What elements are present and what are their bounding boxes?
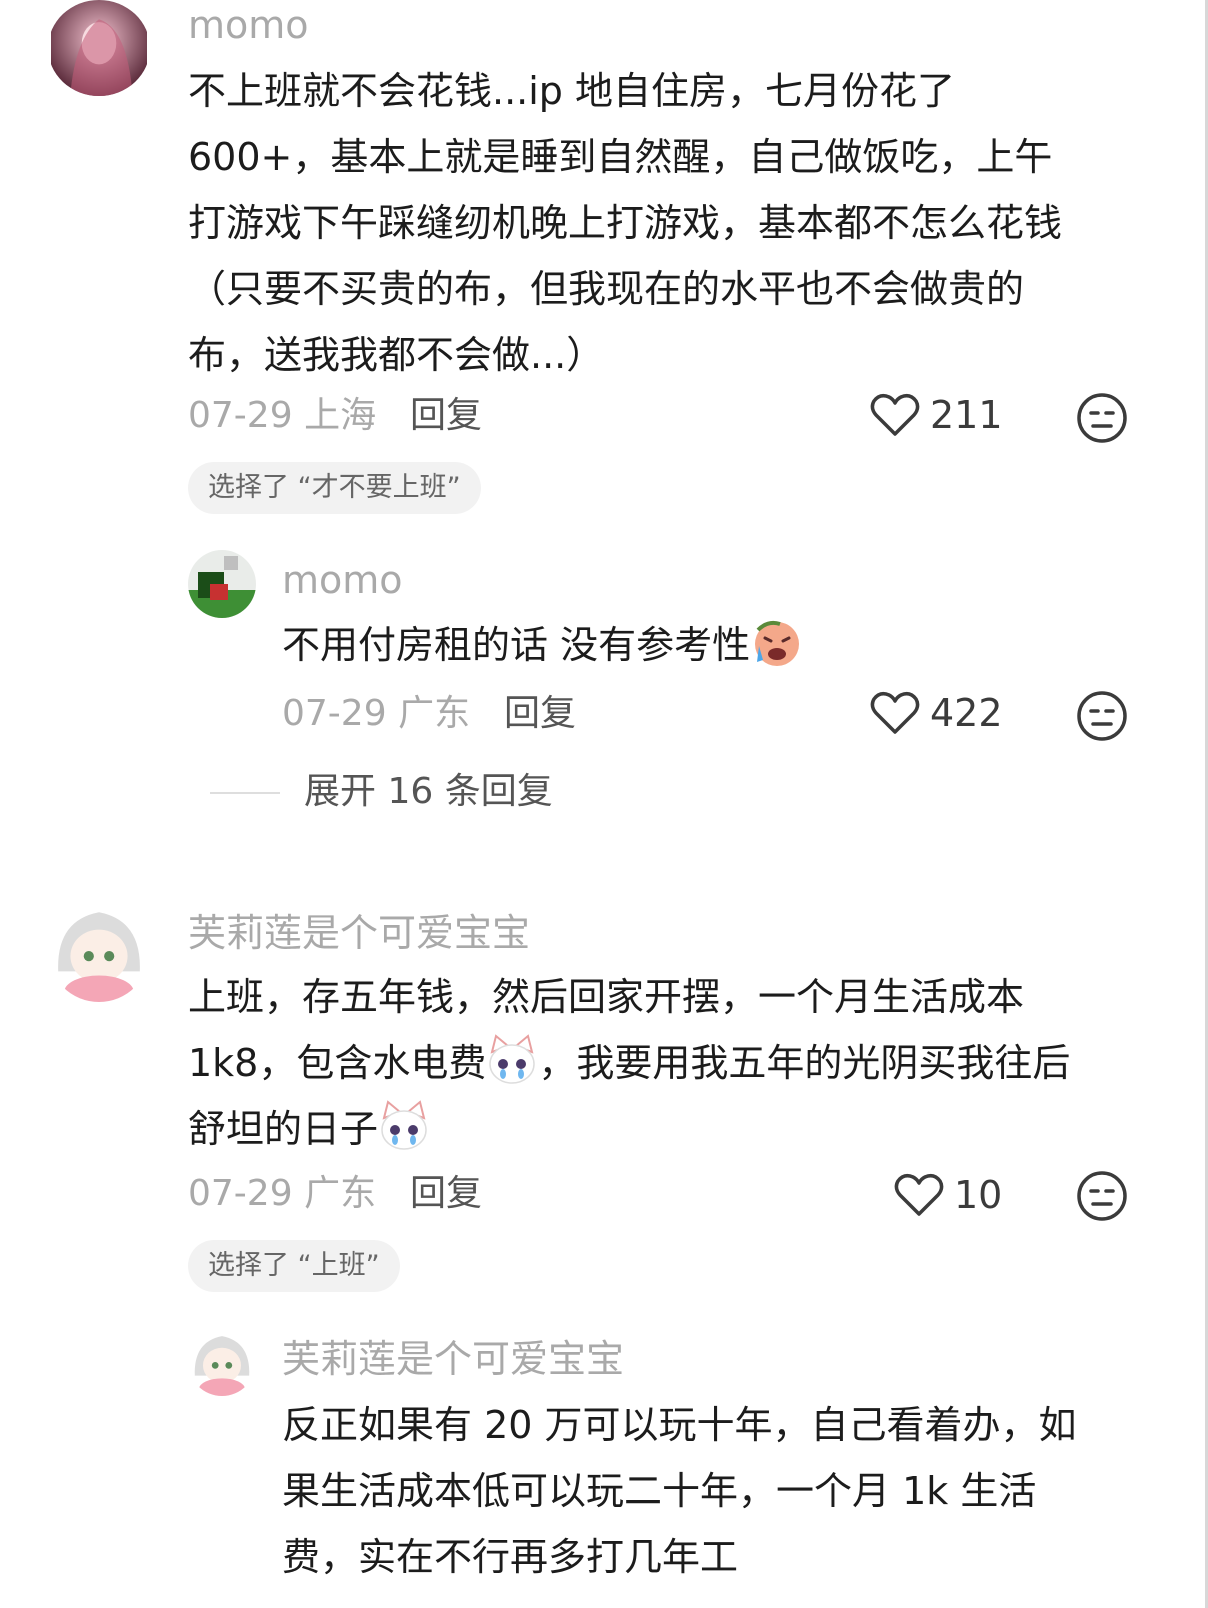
comment-date: 07-29 [188,395,293,436]
crying-face-icon [755,620,800,666]
crying-cat-icon [489,1034,536,1084]
dislike-face-icon[interactable] [1076,392,1128,444]
heart-icon [894,1173,944,1216]
reply-avatar[interactable] [188,550,256,618]
like-button[interactable]: 211 [870,392,1003,438]
reply-username[interactable]: 芙莉莲是个可爱宝宝 [282,1336,624,1382]
reply-text: 不用付房租的话 没有参考性 [282,612,802,678]
comment-username[interactable]: 芙莉莲是个可爱宝宝 [188,910,530,956]
comment-location: 广东 [304,1173,377,1214]
avatar[interactable] [48,900,150,1002]
reply-button[interactable]: 回复 [410,1172,482,1216]
dislike-face-icon[interactable] [1076,690,1128,742]
comment-text-line: 舒坦的日子 [188,1096,1070,1162]
expand-replies-button[interactable]: 展开 16 条回复 [304,770,553,814]
comment-meta: 07-29 上海 [188,394,376,438]
avatar-white-hair-girl-icon [48,900,150,1002]
reply-text-body: 不用付房租的话 没有参考性 [282,623,751,667]
vote-choice-badge: 选择了 “上班” [188,1240,400,1292]
reply-text-line: 反正如果有 20 万可以玩十年，自己看着办，如 [282,1403,1077,1447]
reply-text-line: 果生活成本低可以玩二十年，一个月 1k 生活 [282,1469,1037,1513]
reply-meta: 07-29 广东 [282,692,470,736]
avatar-pink-hair-icon [51,0,147,96]
like-count: 10 [954,1173,1003,1217]
vote-choice-badge: 选择了 “才不要上班” [188,462,481,514]
comment-text: 不上班就不会花钱...ip 地自住房，七月份花了 600+，基本上就是睡到自然醒… [188,58,1062,388]
comment-meta: 07-29 广东 [188,1172,376,1216]
comment-username[interactable]: momo [188,2,309,48]
reply-text: 反正如果有 20 万可以玩十年，自己看着办，如 果生活成本低可以玩二十年，一个月… [282,1392,1077,1590]
reply-date: 07-29 [282,693,387,734]
reply-location: 广东 [398,693,471,734]
avatar-minecraft-icon [188,550,256,618]
reply-avatar[interactable] [188,1328,256,1396]
comment-text: 上班，存五年钱，然后回家开摆，一个月生活成本 1k8，包含水电费 ，我要用我五年… [188,964,1070,1162]
comment-text-line: 600+，基本上就是睡到自然醒，自己做饭吃，上午 [188,135,1053,179]
dislike-face-icon[interactable] [1076,1170,1128,1222]
comment-text-line: （只要不买贵的布，但我现在的水平也不会做贵的 [188,267,1025,311]
like-button[interactable]: 422 [870,690,1003,736]
comment-date: 07-29 [188,1173,293,1214]
like-button[interactable]: 10 [894,1172,1002,1218]
avatar[interactable] [48,0,150,96]
comment-text-line: 布，送我我都不会做...） [188,333,605,377]
heart-icon [870,393,920,436]
comment-text-line: 不上班就不会花钱...ip 地自住房，七月份花了 [188,69,955,113]
like-count: 422 [930,691,1003,735]
like-count: 211 [930,393,1003,437]
crying-cat-icon [381,1100,427,1150]
comment-text-line: 上班，存五年钱，然后回家开摆，一个月生活成本 [188,975,1025,1019]
reply-username[interactable]: momo [282,557,403,603]
reply-button[interactable]: 回复 [504,692,576,736]
comment-text-line: 打游戏下午踩缝纫机晚上打游戏，基本都不怎么花钱 [188,201,1063,245]
expand-divider [210,792,280,794]
avatar-white-hair-girl-icon [188,1328,256,1396]
reply-button[interactable]: 回复 [410,394,482,438]
reply-text-line: 费，实在不行再多打几年工 [282,1535,739,1579]
comment-text-line: 1k8，包含水电费 ，我要用我五年的光阴买我往后 [188,1030,1070,1096]
comment-location: 上海 [304,395,377,436]
heart-icon [870,691,920,734]
